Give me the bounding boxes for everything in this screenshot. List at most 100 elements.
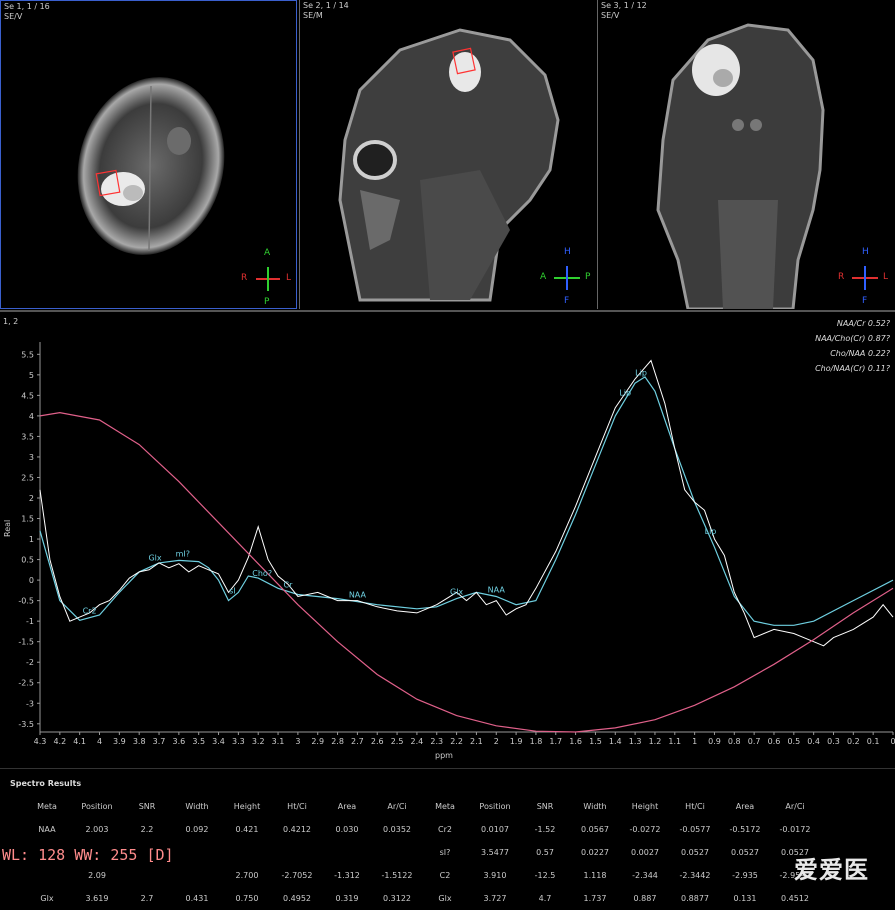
ratio-list: NAA/Cr 0.52? NAA/Cho(Cr) 0.87? Cho/NAA 0.2… xyxy=(815,319,891,373)
peak-label: Glx xyxy=(148,554,161,563)
table-cell: -2.344 xyxy=(632,871,658,880)
table-cell xyxy=(272,841,322,864)
column-header: SNR xyxy=(138,802,156,811)
spectrum-chart: 1, 2 NAA/Cr 0.52? NAA/Cho(Cr) 0.87? Cho/NA… xyxy=(3,317,895,760)
table-cell: -0.0272 xyxy=(629,825,661,834)
table-cell: 0.4212 xyxy=(283,825,311,834)
y-tick-label: -2 xyxy=(26,658,34,667)
x-tick-label: 0.9 xyxy=(708,737,721,746)
table-header-row: Meta Position SNR Width Height Ht/Ci Area Ar/Ci xyxy=(420,795,820,818)
x-tick-label: 3.3 xyxy=(232,737,245,746)
x-tick-label: 2.4 xyxy=(411,737,424,746)
viewport-axial[interactable]: Se 1, 1 / 16 SE/V A R L P xyxy=(0,0,297,309)
table-cell: 0.3122 xyxy=(383,894,411,903)
table-cell: 0.0352 xyxy=(383,825,411,834)
column-header: Ar/Ci xyxy=(387,802,407,811)
y-tick-label: 0 xyxy=(29,576,34,585)
ratio-item: NAA/Cr 0.52? xyxy=(837,319,891,328)
table-cell: 0.4952 xyxy=(283,894,311,903)
column-header: Width xyxy=(185,802,209,811)
table-cell: 0.0527 xyxy=(731,848,759,857)
table-cell xyxy=(122,864,172,887)
spectrum-panel[interactable]: 1, 2 NAA/Cr 0.52? NAA/Cho(Cr) 0.87? Cho/NA… xyxy=(0,312,895,767)
table-cell xyxy=(372,841,422,864)
table-header-row: Meta Position SNR Width Height Ht/Ci Area Ar/Ci xyxy=(22,795,422,818)
table-cell xyxy=(322,841,372,864)
table-cell: Cr2 xyxy=(438,825,452,834)
column-header: Ar/Ci xyxy=(785,802,805,811)
table-cell: Glx xyxy=(438,894,452,903)
column-header: Ht/Ci xyxy=(287,802,307,811)
table-cell: NAA xyxy=(38,825,56,834)
table-row: Glx 3.727 4.7 1.737 0.887 0.8877 0.131 0.4512 xyxy=(420,887,820,910)
y-tick-label: 5 xyxy=(29,371,34,380)
peak-label: Lip xyxy=(619,388,631,397)
viewport-sagittal[interactable]: Se 2, 1 / 14 SE/M H A P F xyxy=(299,0,596,309)
table-cell: 3.727 xyxy=(483,894,507,903)
column-header: Ht/Ci xyxy=(685,802,705,811)
column-header: Meta xyxy=(37,802,57,811)
spectro-results: Spectro Results Meta Position SNR Width Heig… xyxy=(0,768,895,903)
table-cell: 0.887 xyxy=(633,894,657,903)
y-tick-label: -3.5 xyxy=(18,720,34,729)
x-tick-label: 0.7 xyxy=(748,737,761,746)
table-cell: 0.421 xyxy=(235,825,259,834)
ratio-item: NAA/Cho(Cr) 0.87? xyxy=(815,334,891,343)
table-cell: 2.700 xyxy=(235,871,259,880)
table-cell: 0.4512 xyxy=(781,894,809,903)
x-tick-label: 0.6 xyxy=(768,737,781,746)
table-cell: -2.7052 xyxy=(281,871,313,880)
peak-label: Cr2 xyxy=(83,607,97,616)
column-header: SNR xyxy=(536,802,554,811)
table-cell: 0.0107 xyxy=(481,825,509,834)
x-tick-label: 0 xyxy=(890,737,895,746)
table-cell: 0.092 xyxy=(185,825,209,834)
x-tick-label: 3.5 xyxy=(192,737,205,746)
x-tick-label: 4.1 xyxy=(73,737,86,746)
table-cell: -12.5 xyxy=(534,871,556,880)
table-row: C2 3.910 -12.5 1.118 -2.344 -2.3442 -2.935 -2.9… xyxy=(420,864,820,887)
table-cell: 2.7 xyxy=(140,894,154,903)
x-tick-label: 0.1 xyxy=(867,737,880,746)
peak-label: Lip xyxy=(635,368,647,377)
x-tick-label: 3.9 xyxy=(113,737,126,746)
x-tick-label: 1.3 xyxy=(629,737,642,746)
y-tick-label: 3 xyxy=(29,453,34,462)
table-cell: -1.312 xyxy=(334,871,360,880)
table-row: Glx 3.619 2.7 0.431 0.750 0.4952 0.319 0.3122 xyxy=(22,887,422,910)
column-header: Area xyxy=(337,802,357,811)
column-header: Position xyxy=(479,802,511,811)
y-tick-label: 2 xyxy=(29,494,34,503)
table-cell: 0.431 xyxy=(185,894,209,903)
table-cell: 0.0527 xyxy=(681,848,709,857)
table-cell: -1.5122 xyxy=(381,871,413,880)
x-tick-label: 2 xyxy=(494,737,499,746)
x-tick-label: 1.9 xyxy=(510,737,523,746)
x-tick-label: 0.3 xyxy=(827,737,840,746)
table-cell: 0.57 xyxy=(536,848,554,857)
x-tick-label: 3.7 xyxy=(153,737,166,746)
table-row: sI? 3.5477 0.57 0.0227 0.0027 0.0527 0.0527 0.0… xyxy=(420,841,820,864)
peak-label: Cr xyxy=(284,580,294,589)
table-cell xyxy=(172,864,222,887)
x-tick-label: 2.9 xyxy=(311,737,324,746)
y-tick-label: -1 xyxy=(26,617,34,626)
x-tick-label: 3.1 xyxy=(272,737,285,746)
table-cell: 0.319 xyxy=(335,894,359,903)
table-cell: 2.003 xyxy=(85,825,109,834)
table-cell: 1.118 xyxy=(583,871,607,880)
table-cell xyxy=(222,841,272,864)
peak-label: NAA xyxy=(488,586,506,595)
x-tick-label: 2.6 xyxy=(371,737,384,746)
y-tick-label: 4 xyxy=(29,412,34,421)
peak-label: mI? xyxy=(176,550,190,559)
viewport-coronal[interactable]: Se 3, 1 / 12 SE/V H R L F xyxy=(597,0,895,309)
column-header: Height xyxy=(631,802,659,811)
x-tick-label: 3.4 xyxy=(212,737,225,746)
table-cell: C2 xyxy=(439,871,451,880)
x-tick-label: 0.2 xyxy=(847,737,860,746)
y-tick-label: 1 xyxy=(29,535,34,544)
y-tick-label: -3 xyxy=(26,699,34,708)
table-cell: 0.750 xyxy=(235,894,259,903)
x-axis-label: ppm xyxy=(435,751,453,760)
